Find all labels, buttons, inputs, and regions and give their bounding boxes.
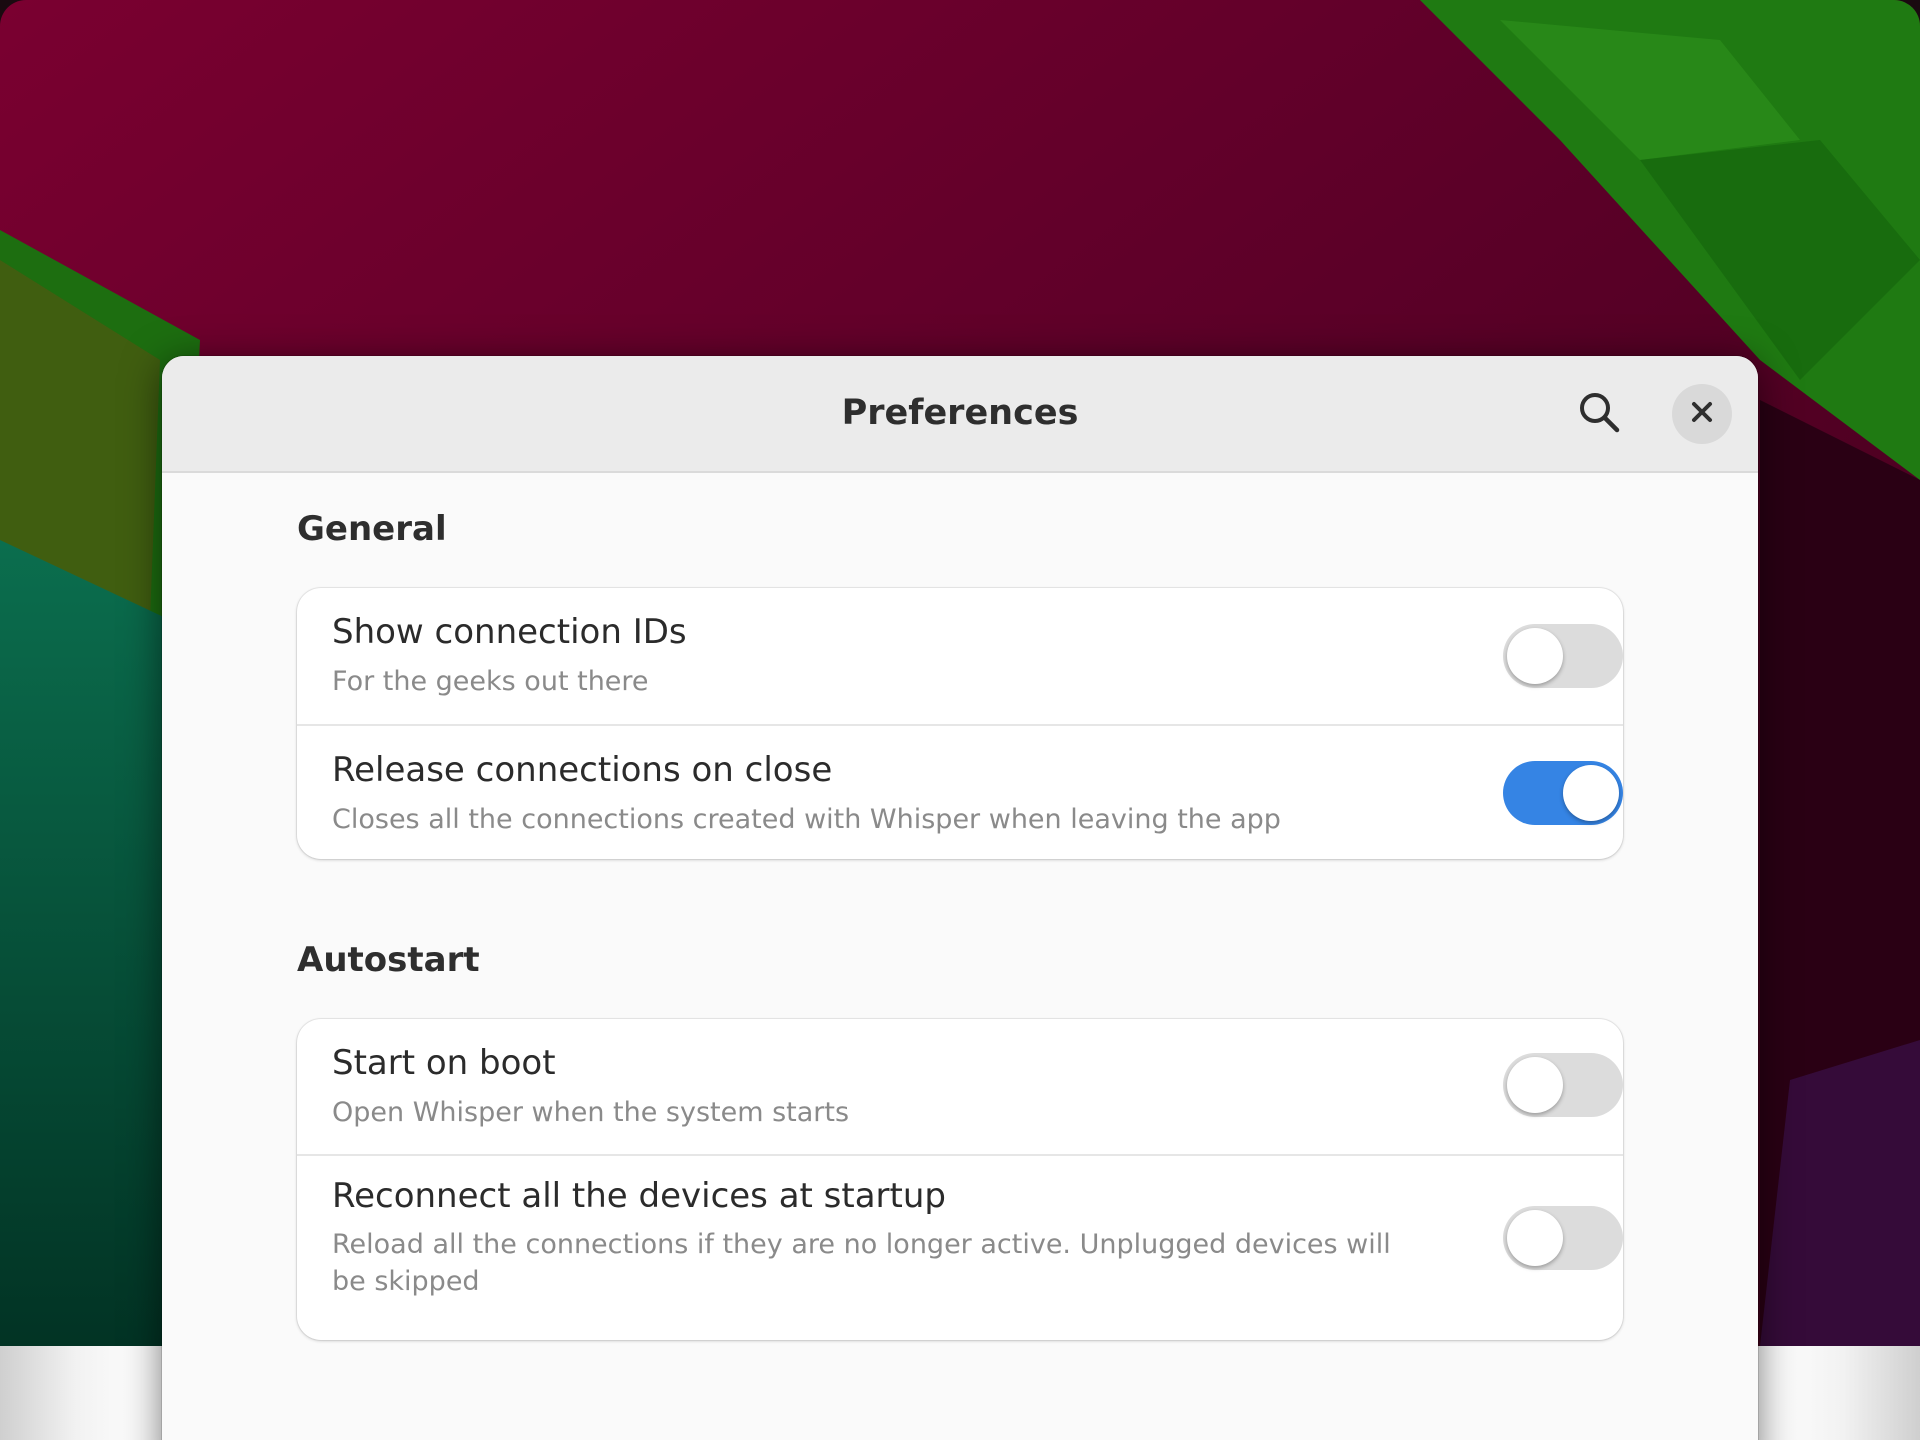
search-button[interactable] (1570, 385, 1628, 443)
switch-knob (1507, 1057, 1563, 1113)
preferences-dialog: Preferences General Show connection IDs … (162, 356, 1758, 1440)
reconnect-devices-switch[interactable] (1503, 1206, 1623, 1270)
release-connections-switch[interactable] (1503, 761, 1623, 825)
row-title: Reconnect all the devices at startup (332, 1176, 946, 1216)
close-icon (1690, 400, 1714, 428)
row-subtitle: Closes all the connections created with … (332, 804, 1281, 835)
row-title: Start on boot (332, 1043, 556, 1083)
autostart-group: Start on boot Open Whisper when the syst… (297, 1019, 1623, 1340)
switch-knob (1507, 1210, 1563, 1266)
close-button[interactable] (1672, 384, 1732, 444)
preferences-content: General Show connection IDs For the geek… (162, 473, 1758, 1440)
row-subtitle: Reload all the connections if they are n… (332, 1229, 1391, 1297)
general-group: Show connection IDs For the geeks out th… (297, 588, 1623, 859)
dialog-title: Preferences (841, 393, 1079, 433)
row-subtitle: For the geeks out there (332, 666, 649, 697)
show-connection-ids-switch[interactable] (1503, 624, 1623, 688)
section-title-autostart: Autostart (297, 940, 480, 980)
row-title: Show connection IDs (332, 612, 687, 652)
search-icon (1577, 390, 1621, 438)
switch-knob (1507, 628, 1563, 684)
row-subtitle: Open Whisper when the system starts (332, 1097, 850, 1128)
row-release-connections: Release connections on close Closes all … (297, 724, 1623, 859)
row-start-on-boot: Start on boot Open Whisper when the syst… (297, 1019, 1623, 1154)
row-title: Release connections on close (332, 750, 833, 790)
headerbar: Preferences (162, 356, 1758, 473)
switch-knob (1563, 765, 1619, 821)
row-reconnect-devices: Reconnect all the devices at startup Rel… (297, 1154, 1623, 1340)
row-show-connection-ids: Show connection IDs For the geeks out th… (297, 588, 1623, 724)
section-title-general: General (297, 509, 447, 549)
start-on-boot-switch[interactable] (1503, 1053, 1623, 1117)
